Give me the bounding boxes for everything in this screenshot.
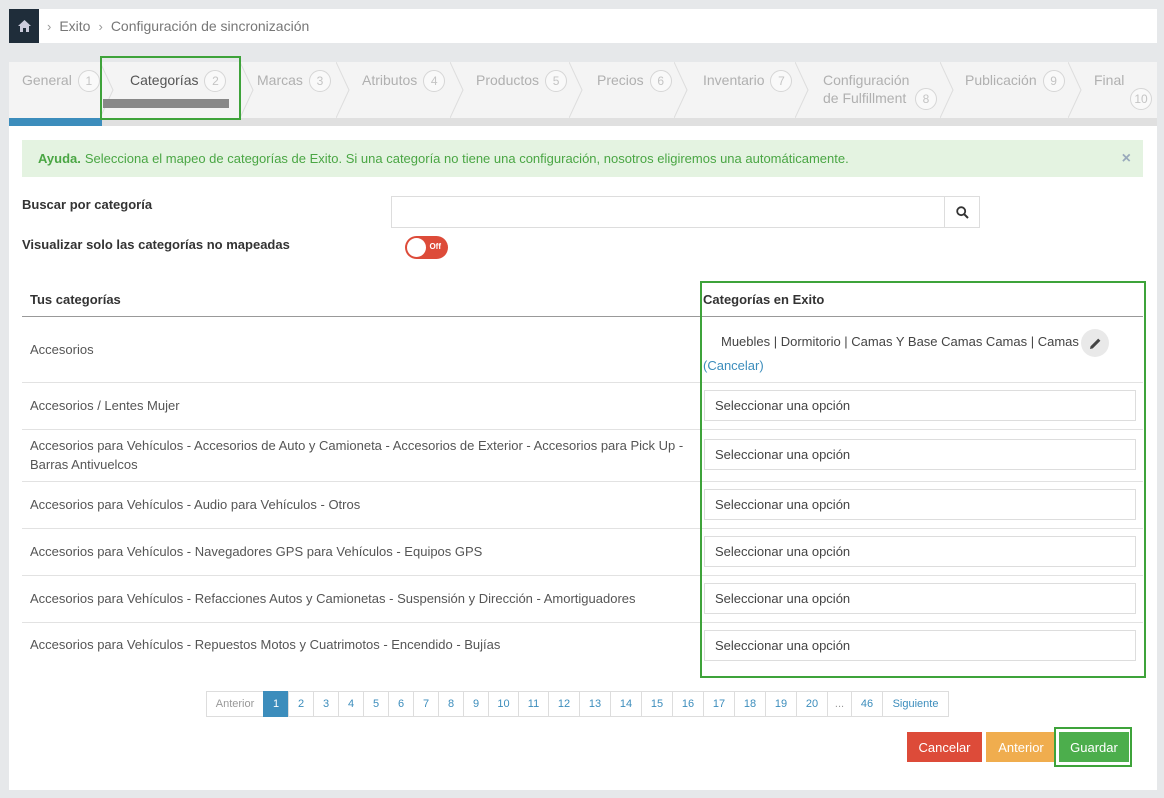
page-8[interactable]: 8: [438, 691, 464, 717]
step-productos[interactable]: Productos 5: [476, 62, 568, 118]
pagination: Anterior 1 2 3 4 5 6 7 8 9 10 11 12 13 1…: [206, 691, 949, 717]
page-9[interactable]: 9: [463, 691, 489, 717]
search-label: Buscar por categoría: [22, 197, 153, 212]
breadcrumb-item-current: Configuración de sincronización: [110, 18, 310, 34]
help-alert: Ayuda. Selecciona el mapeo de categorías…: [22, 140, 1143, 177]
highlight-save-button: [1054, 727, 1132, 767]
step-divider: [336, 62, 350, 118]
category-name: Accesorios para Vehículos - Accesorios d…: [30, 438, 684, 472]
page-14[interactable]: 14: [610, 691, 642, 717]
page-4[interactable]: 4: [338, 691, 364, 717]
breadcrumb-item-exito[interactable]: Exito: [59, 18, 90, 34]
page-ellipsis: ...: [827, 691, 852, 717]
pagination-next[interactable]: Siguiente: [882, 691, 949, 717]
step-precios[interactable]: Precios 6: [597, 62, 672, 118]
category-name: Accesorios para Vehículos - Audio para V…: [30, 497, 361, 512]
page-12[interactable]: 12: [548, 691, 580, 717]
toggle-knob: [407, 238, 426, 257]
highlight-active-step: [100, 56, 241, 120]
step-inventario[interactable]: Inventario 7: [703, 62, 793, 118]
category-name: Accesorios para Vehículos - Repuestos Mo…: [30, 637, 501, 652]
page-15[interactable]: 15: [641, 691, 673, 717]
cancel-button[interactable]: Cancelar: [907, 732, 982, 762]
step-publicacion[interactable]: Publicación 9: [965, 62, 1065, 118]
breadcrumb: › Exito › Configuración de sincronizació…: [9, 9, 1157, 43]
step-final[interactable]: Final 10: [1094, 62, 1157, 118]
page-19[interactable]: 19: [765, 691, 797, 717]
step-divider: [450, 62, 464, 118]
page-3[interactable]: 3: [313, 691, 339, 717]
step-general[interactable]: General 1: [22, 62, 100, 118]
page-5[interactable]: 5: [363, 691, 389, 717]
step-divider: [569, 62, 583, 118]
page-10[interactable]: 10: [488, 691, 519, 717]
search-button[interactable]: [944, 196, 980, 228]
chevron-right-icon: ›: [98, 18, 103, 34]
page-7[interactable]: 7: [413, 691, 439, 717]
step-fulfillment[interactable]: Configuración de Fulfillment 8: [823, 62, 943, 118]
page-18[interactable]: 18: [734, 691, 766, 717]
highlight-exito-column: [700, 281, 1146, 678]
step-divider: [940, 62, 954, 118]
unmapped-toggle[interactable]: Off: [405, 236, 448, 259]
step-atributos[interactable]: Atributos 4: [362, 62, 446, 118]
main-content: Ayuda. Selecciona el mapeo de categorías…: [9, 126, 1157, 790]
toggle-text: Off: [429, 242, 441, 251]
unmapped-label: Visualizar solo las categorías no mapead…: [22, 237, 290, 252]
page-16[interactable]: 16: [672, 691, 704, 717]
search-input[interactable]: [391, 196, 946, 228]
page-13[interactable]: 13: [579, 691, 611, 717]
alert-title: Ayuda.: [38, 151, 81, 166]
page-2[interactable]: 2: [288, 691, 314, 717]
page-20[interactable]: 20: [796, 691, 828, 717]
previous-button[interactable]: Anterior: [986, 732, 1056, 762]
page-11[interactable]: 11: [518, 691, 549, 717]
column-header-yours: Tus categorías: [30, 292, 121, 307]
search-icon: [955, 205, 969, 219]
step-divider: [795, 62, 809, 118]
page-1[interactable]: 1: [263, 691, 289, 717]
wizard-progress-fill: [9, 118, 102, 126]
page-46[interactable]: 46: [851, 691, 883, 717]
category-name: Accesorios / Lentes Mujer: [30, 398, 180, 413]
step-divider: [240, 62, 254, 118]
chevron-right-icon: ›: [47, 18, 52, 34]
alert-text: Selecciona el mapeo de categorías de Exi…: [84, 151, 849, 166]
page-6[interactable]: 6: [388, 691, 414, 717]
home-icon: [17, 20, 31, 32]
home-button[interactable]: [9, 9, 39, 43]
step-marcas[interactable]: Marcas 3: [257, 62, 331, 118]
category-name: Accesorios para Vehículos - Navegadores …: [30, 544, 483, 559]
category-name: Accesorios para Vehículos - Refacciones …: [30, 591, 636, 606]
close-icon[interactable]: ×: [1122, 150, 1131, 168]
step-divider: [674, 62, 688, 118]
step-divider: [1068, 62, 1082, 118]
pagination-prev[interactable]: Anterior: [206, 691, 264, 717]
category-name: Accesorios: [30, 342, 94, 357]
page-17[interactable]: 17: [703, 691, 735, 717]
